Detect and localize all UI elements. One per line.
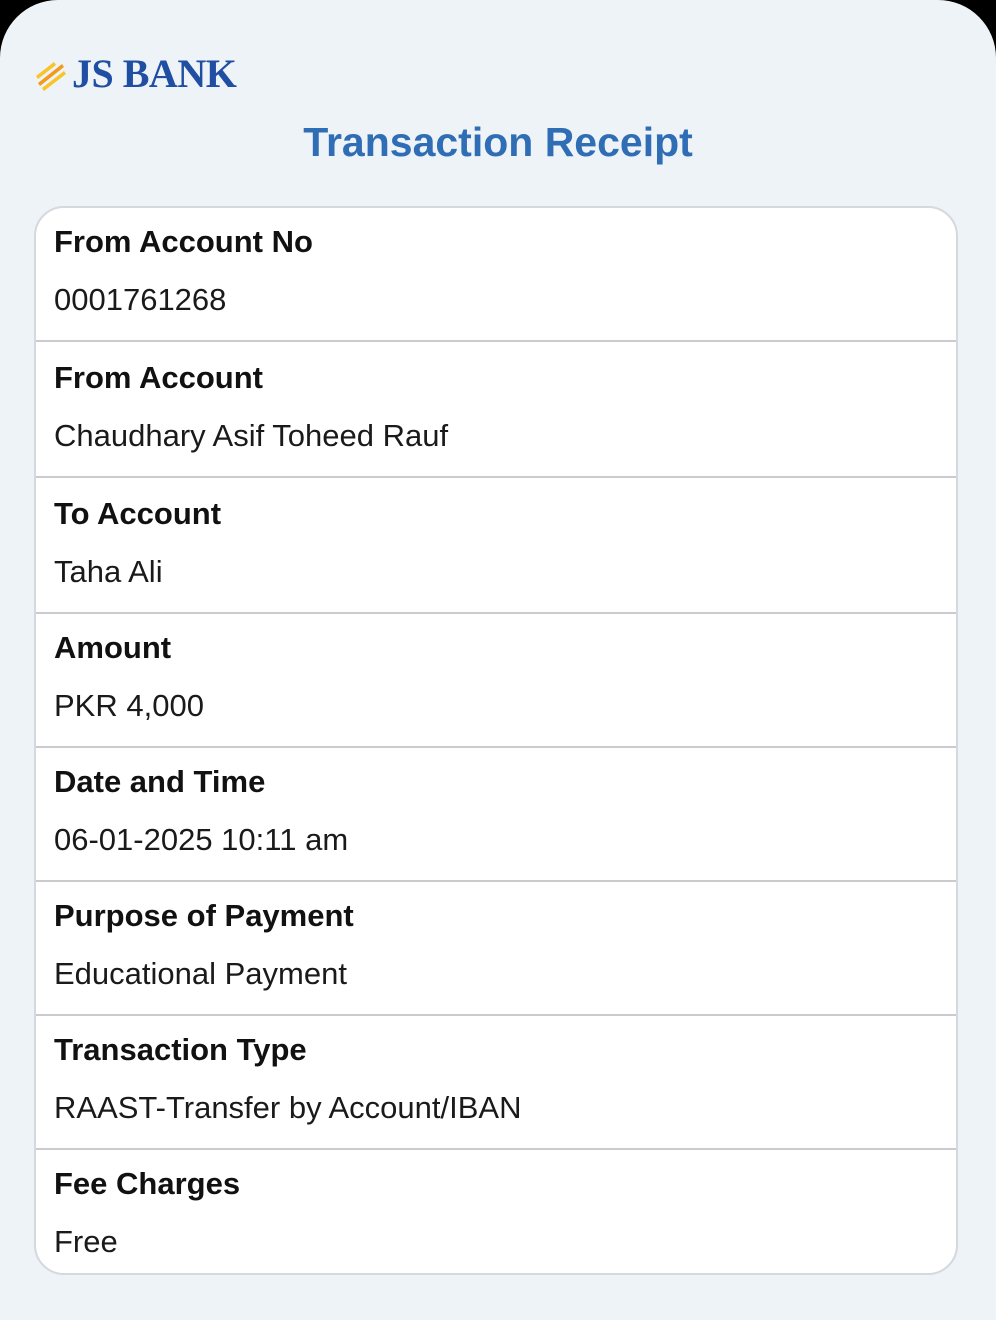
row-value: RAAST-Transfer by Account/IBAN bbox=[54, 1090, 522, 1125]
js-bank-logo: JS BANK bbox=[34, 51, 237, 96]
receipt-row-to-account: To Account Taha Ali bbox=[36, 478, 956, 614]
row-label: Amount bbox=[54, 630, 172, 665]
row-label: To Account bbox=[54, 496, 222, 531]
row-value: 0001761268 bbox=[54, 282, 227, 317]
row-label: Transaction Type bbox=[54, 1032, 307, 1067]
receipt-row-from-account: From Account Chaudhary Asif Toheed Rauf bbox=[36, 342, 956, 478]
row-value: Taha Ali bbox=[54, 554, 163, 589]
receipt-screen: JS BANK Transaction Receipt From Account… bbox=[0, 0, 996, 1320]
receipt-row-transaction-type: Transaction Type RAAST-Transfer by Accou… bbox=[36, 1016, 956, 1150]
row-value: Chaudhary Asif Toheed Rauf bbox=[54, 418, 449, 453]
bank-name: JS BANK bbox=[72, 51, 237, 96]
row-value: Educational Payment bbox=[54, 956, 347, 991]
receipt-row-date-time: Date and Time 06-01-2025 10:11 am bbox=[36, 748, 956, 882]
receipt-row-from-account-no: From Account No 0001761268 bbox=[36, 208, 956, 342]
row-label: From Account No bbox=[54, 224, 313, 259]
receipt-card: From Account No 0001761268 From Account … bbox=[34, 206, 958, 1275]
row-label: Date and Time bbox=[54, 764, 266, 799]
row-label: From Account bbox=[54, 360, 263, 395]
row-value: 06-01-2025 10:11 am bbox=[54, 822, 349, 857]
js-bank-stripes-icon bbox=[36, 62, 66, 91]
receipt-row-purpose: Purpose of Payment Educational Payment bbox=[36, 882, 956, 1016]
receipt-row-fee-charges: Fee Charges Free bbox=[36, 1150, 956, 1273]
page-title: Transaction Receipt bbox=[303, 119, 693, 165]
receipt-row-amount: Amount PKR 4,000 bbox=[36, 614, 956, 748]
row-value: PKR 4,000 bbox=[54, 688, 204, 723]
row-label: Fee Charges bbox=[54, 1166, 241, 1201]
row-value: Free bbox=[54, 1224, 118, 1259]
row-label: Purpose of Payment bbox=[54, 898, 354, 933]
